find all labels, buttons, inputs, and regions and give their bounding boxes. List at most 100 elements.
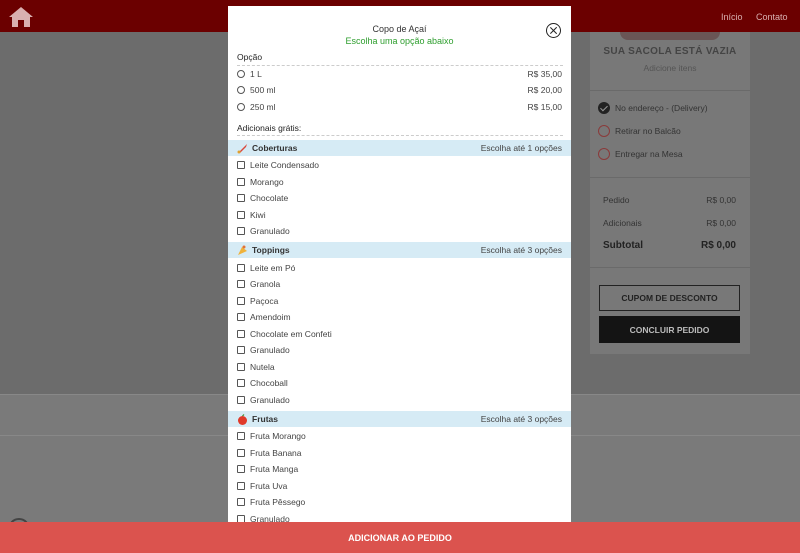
radio-icon[interactable] xyxy=(237,86,245,94)
checkbox-icon[interactable] xyxy=(237,263,245,272)
checkbox-label: Granola xyxy=(250,278,281,289)
product-modal: Copo de Açaí Escolha uma opção abaixo Op… xyxy=(228,6,571,522)
nav-link-inicio[interactable]: Início xyxy=(721,12,743,22)
delivery-option-label: Entregar na Mesa xyxy=(615,149,683,159)
radio-icon[interactable] xyxy=(598,125,610,137)
checkbox-icon[interactable] xyxy=(237,431,245,440)
checkbox-icon[interactable] xyxy=(237,464,245,473)
checkbox-item[interactable]: Chocolate em Confeti xyxy=(237,327,332,340)
checkbox-icon[interactable] xyxy=(237,226,245,235)
radio-checked-icon[interactable] xyxy=(598,102,610,114)
checkbox-icon[interactable] xyxy=(237,345,245,354)
summary-label: Adicionais xyxy=(603,218,642,228)
summary-value: R$ 0,00 xyxy=(706,195,736,205)
checkbox-icon[interactable] xyxy=(237,448,245,457)
topping-icon xyxy=(238,245,247,255)
cart-empty-title: SUA SACOLA ESTÁ VAZIA xyxy=(603,46,737,57)
modal-title: Copo de Açaí xyxy=(372,24,427,34)
delivery-option-label: No endereço - (Delivery) xyxy=(615,103,708,113)
checkbox-icon[interactable] xyxy=(237,378,245,387)
radio-icon[interactable] xyxy=(237,103,245,111)
category-limit: Escolha até 3 opções xyxy=(480,414,562,424)
category-name: Toppings xyxy=(252,245,290,255)
radio-icon[interactable] xyxy=(237,70,245,78)
checkbox-label: Fruta Uva xyxy=(250,480,288,491)
checkbox-label: Chocolate xyxy=(250,192,289,203)
checkbox-icon[interactable] xyxy=(237,481,245,490)
checkbox-icon[interactable] xyxy=(237,514,245,522)
checkbox-icon[interactable] xyxy=(237,279,245,288)
checkbox-item[interactable]: Fruta Manga xyxy=(237,462,298,475)
summary-adicionais: Adicionais R$ 0,00 xyxy=(603,218,736,228)
checkbox-label: Morango xyxy=(250,176,284,187)
size-option-label: 250 ml xyxy=(250,102,276,112)
checkbox-item[interactable]: Granulado xyxy=(237,343,290,356)
delivery-option-mesa[interactable]: Entregar na Mesa xyxy=(598,148,683,160)
close-icon[interactable] xyxy=(546,23,561,38)
checkbox-item[interactable]: Fruta Morango xyxy=(237,429,306,442)
checkbox-item[interactable]: Amendoim xyxy=(237,310,291,323)
checkbox-label: Chocoball xyxy=(250,377,288,388)
category-name: Coberturas xyxy=(252,143,298,153)
size-option[interactable]: 1 L R$ 35,00 xyxy=(237,67,562,81)
add-to-order-button[interactable]: ADICIONAR AO PEDIDO xyxy=(0,522,800,553)
syrup-icon xyxy=(237,143,247,153)
checkbox-item[interactable]: Kiwi xyxy=(237,208,266,221)
delivery-option-label: Retirar no Balcão xyxy=(615,126,681,136)
checkbox-icon[interactable] xyxy=(237,193,245,202)
extras-heading: Adicionais grátis: xyxy=(237,123,302,133)
home-icon[interactable] xyxy=(8,6,34,28)
checkbox-item[interactable]: Paçoca xyxy=(237,294,278,307)
checkbox-item[interactable]: Granulado xyxy=(237,512,290,522)
checkbox-icon[interactable] xyxy=(237,312,245,321)
checkbox-icon[interactable] xyxy=(237,395,245,404)
delivery-option-delivery[interactable]: No endereço - (Delivery) xyxy=(598,102,708,114)
divider xyxy=(590,267,750,268)
checkbox-item[interactable]: Leite Condensado xyxy=(237,158,319,171)
category-limit: Escolha até 3 opções xyxy=(480,245,562,255)
modal-subtitle: Escolha uma opção abaixo xyxy=(345,36,454,46)
checkbox-item[interactable]: Morango xyxy=(237,175,284,188)
checkbox-item[interactable]: Granulado xyxy=(237,393,290,406)
checkbox-label: Fruta Morango xyxy=(250,430,306,441)
summary-value: R$ 0,00 xyxy=(706,218,736,228)
checkbox-icon[interactable] xyxy=(237,177,245,186)
summary-label: Subtotal xyxy=(603,240,643,251)
checkbox-label: Leite em Pó xyxy=(250,262,296,273)
category-limit: Escolha até 1 opções xyxy=(480,143,562,153)
checkbox-item[interactable]: Chocolate xyxy=(237,191,288,204)
checkbox-icon[interactable] xyxy=(237,329,245,338)
checkbox-item[interactable]: Granulado xyxy=(237,224,290,237)
checkbox-icon[interactable] xyxy=(237,160,245,169)
options-heading: Opção xyxy=(237,52,263,62)
checkbox-icon[interactable] xyxy=(237,497,245,506)
checkbox-item[interactable]: Chocoball xyxy=(237,376,288,389)
delivery-option-balcao[interactable]: Retirar no Balcão xyxy=(598,125,681,137)
checkbox-item[interactable]: Leite em Pó xyxy=(237,261,295,274)
divider xyxy=(237,135,563,136)
size-option[interactable]: 500 ml R$ 20,00 xyxy=(237,83,562,97)
checkbox-icon[interactable] xyxy=(237,362,245,371)
checkbox-label: Kiwi xyxy=(250,209,266,220)
checkbox-icon[interactable] xyxy=(237,296,245,305)
checkbox-label: Granulado xyxy=(250,394,290,405)
coupon-button[interactable]: CUPOM DE DESCONTO xyxy=(599,285,740,311)
finish-order-button[interactable]: CONCLUIR PEDIDO xyxy=(599,316,740,343)
checkbox-item[interactable]: Granola xyxy=(237,277,280,290)
size-option-price: R$ 35,00 xyxy=(527,69,563,79)
checkbox-label: Fruta Manga xyxy=(250,463,299,474)
checkbox-label: Leite Condensado xyxy=(250,159,320,170)
checkbox-icon[interactable] xyxy=(237,210,245,219)
checkbox-label: Fruta Pêssego xyxy=(250,496,306,507)
checkbox-item[interactable]: Fruta Banana xyxy=(237,446,302,459)
checkbox-label: Granulado xyxy=(250,344,290,355)
checkbox-item[interactable]: Fruta Pêssego xyxy=(237,495,305,508)
radio-icon[interactable] xyxy=(598,148,610,160)
checkbox-item[interactable]: Fruta Uva xyxy=(237,479,287,492)
checkbox-label: Granulado xyxy=(250,225,290,236)
checkbox-item[interactable]: Nutela xyxy=(237,360,275,373)
checkbox-label: Fruta Banana xyxy=(250,447,302,458)
nav-link-contato[interactable]: Contato xyxy=(756,12,788,22)
size-option-label: 500 ml xyxy=(250,85,276,95)
size-option[interactable]: 250 ml R$ 15,00 xyxy=(237,100,562,114)
